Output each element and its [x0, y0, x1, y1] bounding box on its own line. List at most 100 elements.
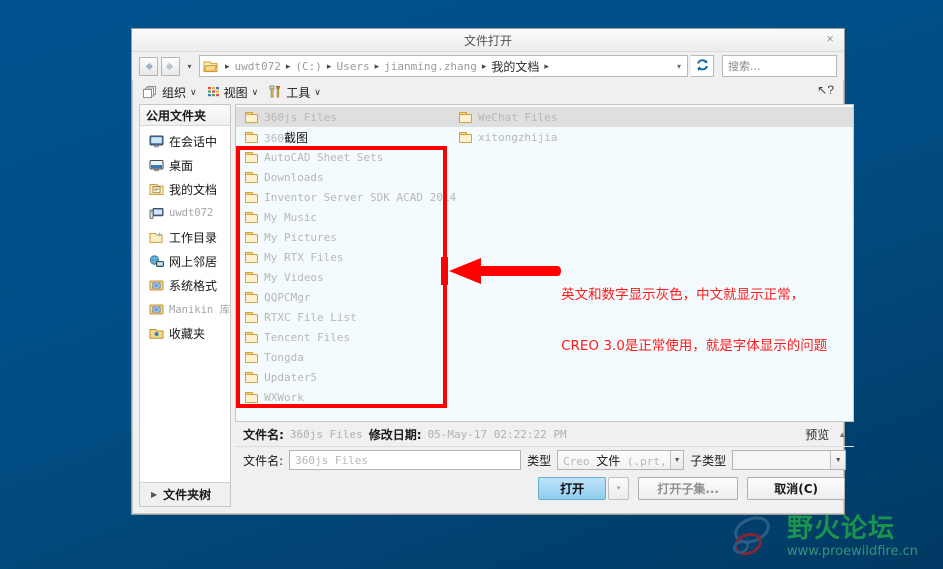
- subtype-dropdown[interactable]: ▼: [732, 450, 847, 470]
- file-list-item[interactable]: AutoCAD Sheet Sets: [236, 147, 450, 167]
- sidebar-item-system-format[interactable]: 系统格式: [140, 273, 230, 297]
- file-list-item[interactable]: Tencent Files: [236, 327, 450, 347]
- tools-icon: [268, 85, 282, 99]
- toolbar-label-organize: 组织: [162, 85, 187, 100]
- sidebar-item-manikin-library[interactable]: Manikin 库: [140, 297, 230, 321]
- file-list-item[interactable]: My Videos: [236, 267, 450, 287]
- triangle-up-icon[interactable]: ▲: [838, 430, 846, 439]
- filename-row: 文件名: 360js Files 类型 Creo 文件 (.prt, .a ▼ …: [235, 447, 854, 473]
- back-arrow-icon[interactable]: [139, 56, 158, 76]
- breadcrumb-item-0[interactable]: uwdt072: [235, 60, 281, 73]
- sidebar-item-label: Manikin 库: [169, 303, 231, 316]
- file-list-item[interactable]: My RTX Files: [236, 247, 450, 267]
- watermark-url: www.proewildfire.cn: [787, 544, 918, 559]
- open-subset-button[interactable]: 打开子集...: [638, 476, 739, 500]
- file-list-item[interactable]: My Pictures: [236, 227, 450, 247]
- sidebar-item-label: 桌面: [169, 158, 194, 173]
- preview-toggle[interactable]: 预览: [805, 426, 829, 443]
- sidebar-item-label: 网上邻居: [169, 254, 218, 269]
- file-list-item[interactable]: 360截图: [236, 127, 450, 147]
- watermark-text: 野火论坛 www.proewildfire.cn: [787, 516, 918, 558]
- file-list-item[interactable]: xitongzhijia: [450, 127, 664, 147]
- sidebar-item-my-documents[interactable]: 我的文档: [140, 177, 230, 201]
- sidebar-item-uwdt072[interactable]: uwdt072: [140, 201, 230, 225]
- type-dropdown[interactable]: Creo 文件 (.prt, .a ▼: [557, 450, 685, 470]
- file-info-row: 文件名: 360js Files 修改日期: 05-May-17 02:22:2…: [235, 422, 855, 447]
- refresh-icon[interactable]: [691, 55, 714, 77]
- breadcrumb-separator: ▸: [544, 60, 549, 71]
- file-list-item[interactable]: Tongda: [236, 347, 450, 367]
- breadcrumb-item-3[interactable]: jianming.zhang: [384, 60, 477, 73]
- file-list-item[interactable]: Inventor Server SDK ACAD 2014: [236, 187, 456, 207]
- computer-icon: [149, 207, 164, 220]
- file-list-item[interactable]: Updater5: [236, 367, 450, 387]
- sidebar-item-label: 收藏夹: [169, 326, 206, 341]
- folder-icon: [459, 131, 473, 143]
- file-name: xitongzhijia: [478, 130, 558, 144]
- breadcrumb-separator: ▸: [481, 60, 487, 71]
- open-button[interactable]: 打开: [538, 476, 607, 500]
- folder-icon: [245, 211, 259, 223]
- file-list-item[interactable]: QQPCMgr: [236, 287, 450, 307]
- breadcrumb-item-1[interactable]: (C:): [295, 60, 322, 73]
- chevron-down-icon[interactable]: ▼: [670, 451, 684, 469]
- sidebar-list: 在会话中 桌面 我的文档 uwdt072 工作目录 网上邻居 系统格式 Mani…: [140, 126, 231, 482]
- sidebar-item-desktop[interactable]: 桌面: [140, 153, 230, 177]
- toolbar-item-tools[interactable]: 工具 ∨: [266, 82, 326, 103]
- breadcrumb-item-4[interactable]: 我的文档: [491, 58, 539, 75]
- toolbar-label-view: 视图: [223, 85, 248, 100]
- folder-icon: [245, 351, 259, 363]
- sidebar-item-in-session[interactable]: 在会话中: [140, 129, 230, 153]
- file-list-item[interactable]: RTXC File List: [236, 307, 450, 327]
- file-name: QQPCMgr: [264, 290, 311, 304]
- triangle-right-icon: ▶: [151, 490, 158, 499]
- file-name: My Pictures: [264, 230, 337, 244]
- wildfire-logo-icon: [728, 513, 780, 561]
- address-field[interactable]: ▸ uwdt072 ▸ (C:) ▸ Users ▸ jianming.zhan…: [199, 55, 688, 77]
- chevron-down-icon[interactable]: ▾: [673, 62, 685, 71]
- open-split-button-group: 打开 ▾: [538, 476, 630, 500]
- file-name: WXWork: [264, 390, 304, 404]
- file-name: Inventor Server SDK ACAD 2014: [264, 190, 457, 204]
- history-dropdown-icon[interactable]: ▾: [183, 62, 196, 71]
- sidebar-item-network[interactable]: 网上邻居: [140, 249, 230, 273]
- folder-icon: [245, 191, 259, 203]
- open-dropdown-icon[interactable]: ▾: [608, 476, 630, 500]
- monitor-icon: [149, 135, 164, 148]
- folder-icon: [459, 111, 473, 123]
- sidebar-item-label: 我的文档: [169, 182, 218, 197]
- folder-icon: [245, 151, 259, 163]
- sidebar-item-label: 在会话中: [169, 134, 218, 149]
- cancel-button[interactable]: 取消(C): [747, 476, 846, 500]
- organize-icon: [142, 85, 158, 99]
- sidebar-item-working-directory[interactable]: 工作目录: [140, 225, 230, 249]
- file-name: My RTX Files: [264, 250, 344, 264]
- filename-input[interactable]: 360js Files: [289, 450, 522, 470]
- file-name: My Videos: [264, 270, 324, 284]
- breadcrumb-separator: ▸: [326, 60, 332, 71]
- sidebar-header: 公用文件夹: [140, 105, 231, 126]
- search-input[interactable]: 搜索...: [722, 55, 837, 77]
- system-format-icon: [149, 279, 164, 292]
- chevron-down-icon[interactable]: ▼: [830, 451, 846, 469]
- file-list-item[interactable]: My Music: [236, 207, 450, 227]
- view-grid-icon: [207, 86, 220, 98]
- close-icon[interactable]: ×: [823, 32, 837, 46]
- toolbar-label-tools: 工具: [286, 85, 311, 100]
- info-moddate-value: 05-May-17 02:22:22 PM: [427, 427, 567, 441]
- toolbar-item-organize[interactable]: 组织 ∨: [140, 82, 202, 103]
- breadcrumb-item-2[interactable]: Users: [336, 60, 369, 73]
- folder-tree-toggle[interactable]: ▶ 文件夹树: [140, 482, 231, 506]
- toolbar-item-view[interactable]: 视图 ∨: [205, 82, 264, 103]
- documents-icon: [149, 183, 164, 196]
- info-moddate-label: 修改日期:: [368, 427, 422, 442]
- sidebar-item-favorites[interactable]: 收藏夹: [140, 321, 230, 345]
- file-list-item[interactable]: WXWork: [236, 387, 450, 407]
- file-name: 360截图: [264, 130, 308, 145]
- forward-arrow-icon[interactable]: [161, 56, 180, 76]
- file-list-item[interactable]: WeChat Files: [450, 107, 664, 127]
- info-filename-value: 360js Files: [289, 427, 363, 441]
- chevron-down-icon: ∨: [251, 86, 259, 97]
- file-list-item[interactable]: Downloads: [236, 167, 450, 187]
- file-list-pane[interactable]: 360js Files 360截图 AutoCAD Sheet Sets Dow…: [235, 104, 855, 422]
